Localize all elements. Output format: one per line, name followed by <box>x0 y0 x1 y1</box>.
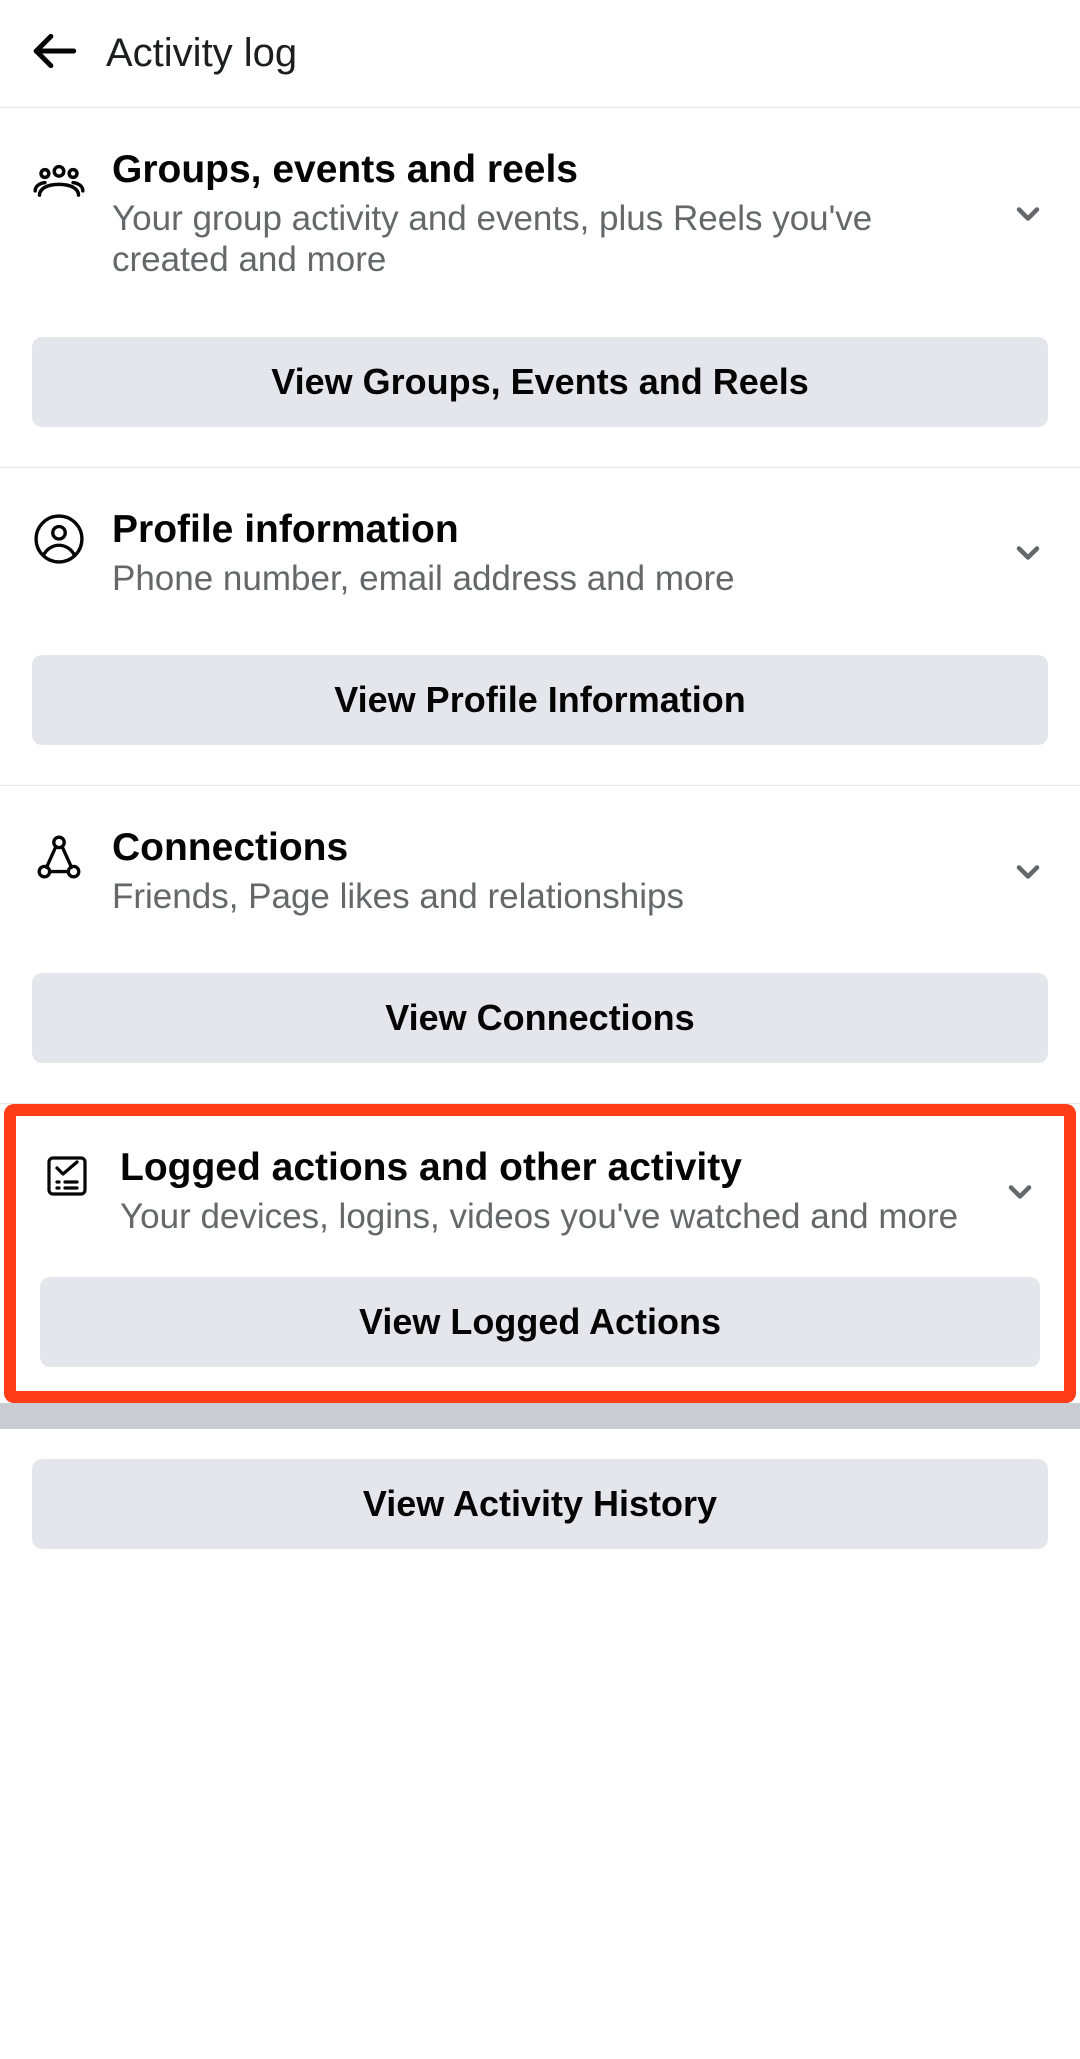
section-text: Connections Friends, Page likes and rela… <box>112 826 982 917</box>
section-title: Profile information <box>112 508 982 552</box>
people-icon <box>32 148 86 206</box>
section-title: Groups, events and reels <box>112 148 982 192</box>
section-subtitle: Your group activity and events, plus Ree… <box>112 198 982 281</box>
connections-icon <box>32 826 86 882</box>
person-circle-icon <box>32 508 86 564</box>
page-title: Activity log <box>106 31 297 76</box>
section-subtitle: Your devices, logins, videos you've watc… <box>120 1196 974 1237</box>
section-groups-events-reels: Groups, events and reels Your group acti… <box>0 108 1080 468</box>
chevron-down-icon <box>1008 196 1048 232</box>
section-text: Logged actions and other activity Your d… <box>120 1146 974 1237</box>
section-profile-information: Profile information Phone number, email … <box>0 468 1080 786</box>
chevron-down-icon <box>1008 535 1048 571</box>
section-row[interactable]: Groups, events and reels Your group acti… <box>32 148 1048 281</box>
section-title: Logged actions and other activity <box>120 1146 974 1190</box>
header: Activity log <box>0 0 1080 108</box>
chevron-down-icon <box>1008 854 1048 890</box>
section-connections: Connections Friends, Page likes and rela… <box>0 786 1080 1104</box>
view-profile-information-button[interactable]: View Profile Information <box>32 655 1048 745</box>
view-connections-button[interactable]: View Connections <box>32 973 1048 1063</box>
checklist-icon <box>40 1146 94 1200</box>
view-groups-events-reels-button[interactable]: View Groups, Events and Reels <box>32 337 1048 427</box>
view-logged-actions-button[interactable]: View Logged Actions <box>40 1277 1040 1367</box>
back-icon[interactable] <box>30 26 80 81</box>
section-title: Connections <box>112 826 982 870</box>
section-subtitle: Phone number, email address and more <box>112 558 982 599</box>
section-text: Profile information Phone number, email … <box>112 508 982 599</box>
highlighted-section: Logged actions and other activity Your d… <box>4 1104 1076 1403</box>
chevron-down-icon <box>1000 1174 1040 1210</box>
bottom-area: View Activity History <box>0 1429 1080 1579</box>
section-text: Groups, events and reels Your group acti… <box>112 148 982 281</box>
section-logged-actions: Logged actions and other activity Your d… <box>16 1116 1064 1391</box>
section-row[interactable]: Profile information Phone number, email … <box>32 508 1048 599</box>
section-row[interactable]: Logged actions and other activity Your d… <box>40 1146 1040 1237</box>
view-activity-history-button[interactable]: View Activity History <box>32 1459 1048 1549</box>
section-row[interactable]: Connections Friends, Page likes and rela… <box>32 826 1048 917</box>
divider-bar <box>0 1403 1080 1429</box>
section-subtitle: Friends, Page likes and relationships <box>112 876 982 917</box>
